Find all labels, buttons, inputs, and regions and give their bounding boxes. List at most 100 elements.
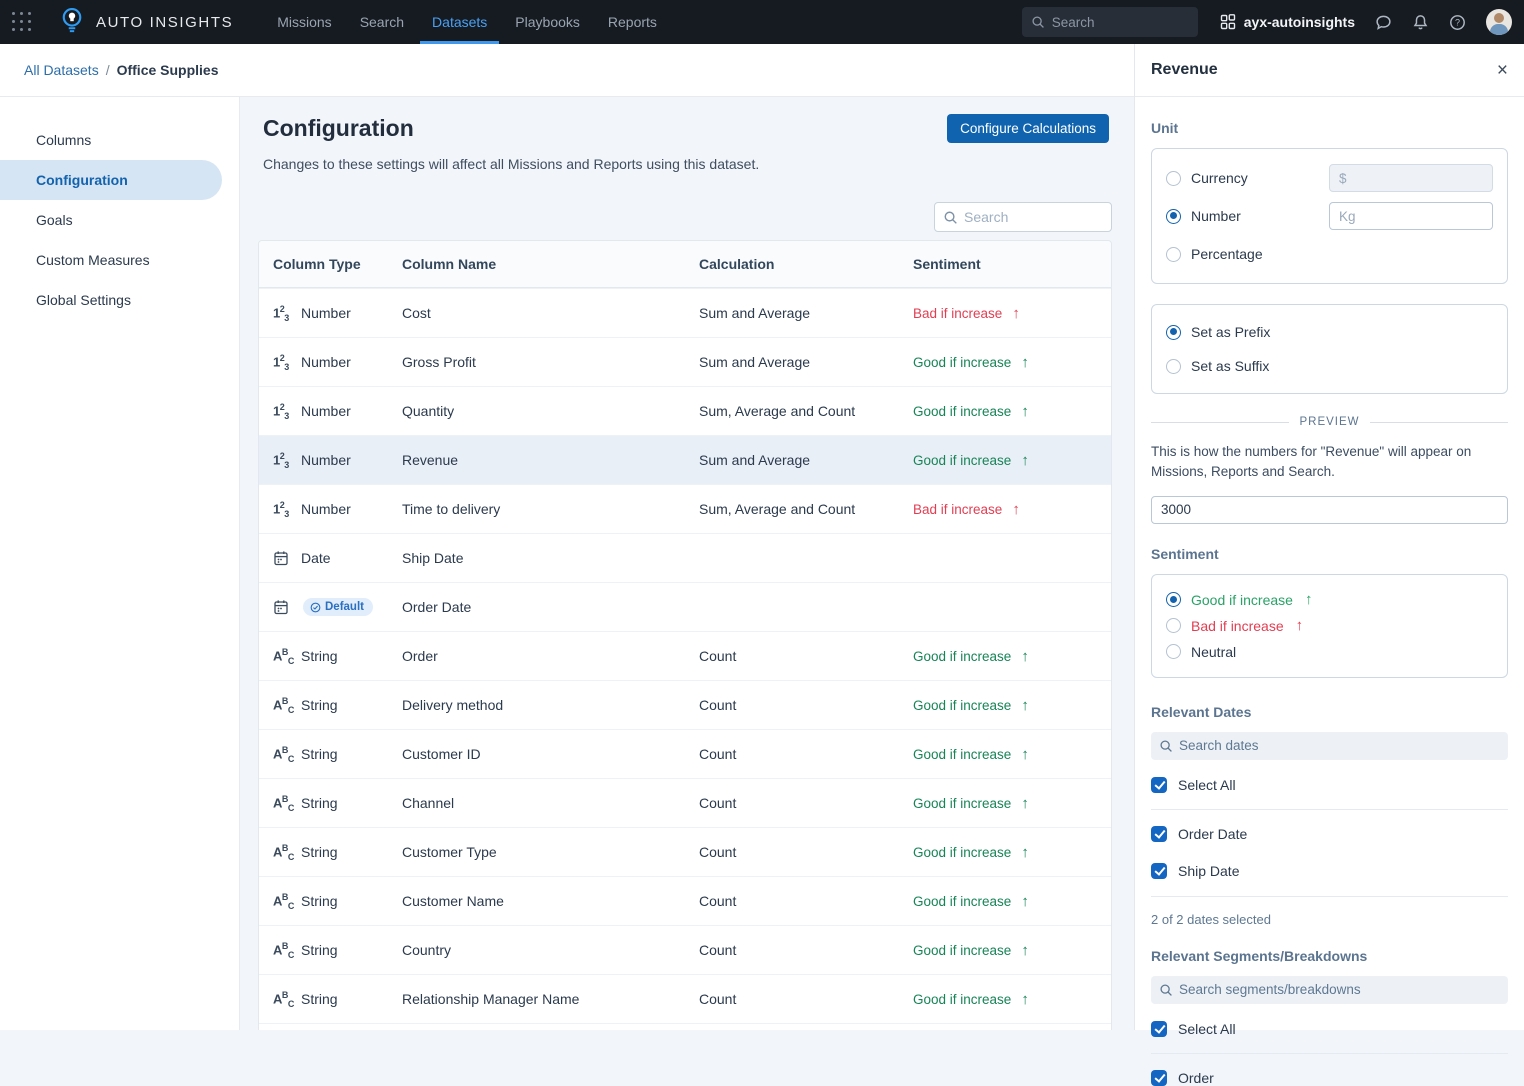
sentiment-value[interactable]: Good if increase↑ [913,942,1111,959]
table-row[interactable]: ABCString Order Count Good if increase↑ [259,631,1111,680]
search-icon [1031,15,1045,29]
table-row-selected[interactable]: 123Number Revenue Sum and Average Good i… [259,435,1111,484]
good-if-increase-radio[interactable] [1166,592,1181,607]
table-row[interactable]: ABCString Relationship Manager Name Coun… [259,974,1111,1023]
sentiment-value[interactable]: Good if increase↑ [913,746,1111,763]
top-navbar: AUTO INSIGHTS Missions Search Datasets P… [0,0,1524,44]
app-grid-icon[interactable] [12,12,32,32]
sentiment-value[interactable]: Good if increase↑ [913,648,1111,665]
sidebar-item-columns[interactable]: Columns [0,120,239,160]
table-row[interactable]: 123Number Time to delivery Sum, Average … [259,484,1111,533]
number-unit-input[interactable] [1329,202,1493,230]
segment-option-row: Order [1151,1070,1508,1086]
currency-symbol-input[interactable] [1329,164,1493,192]
nav-playbooks[interactable]: Playbooks [501,0,594,44]
good-if-increase-label: Good if increase [1191,592,1293,608]
table-row[interactable]: 123Number Cost Sum and Average Bad if in… [259,288,1111,337]
order-date-label: Order Date [1178,826,1247,842]
nav-search[interactable]: Search [346,0,418,44]
calculation-cell: Count [699,648,913,664]
sentiment-value[interactable]: Good if increase↑ [913,844,1111,861]
segments-select-all-label: Select All [1178,1021,1236,1037]
number-radio[interactable] [1166,209,1181,224]
string-type-icon: ABC [273,647,293,666]
table-row[interactable] [259,1023,1111,1030]
breadcrumb-all-datasets[interactable]: All Datasets [24,62,99,78]
nav-datasets[interactable]: Datasets [418,0,501,44]
preview-value-input[interactable] [1151,496,1508,524]
neutral-radio[interactable] [1166,644,1181,659]
column-name-cell: Relationship Manager Name [402,991,699,1007]
set-as-suffix-radio[interactable] [1166,359,1181,374]
help-icon[interactable]: ? [1449,14,1466,31]
string-type-icon: ABC [273,843,293,862]
sentiment-value[interactable]: Bad if increase↑ [913,501,1111,518]
sidebar-item-global-settings[interactable]: Global Settings [0,280,239,320]
sidebar-item-configuration[interactable]: Configuration [0,160,222,200]
bad-if-increase-radio[interactable] [1166,618,1181,633]
sentiment-value[interactable]: Good if increase↑ [913,452,1111,469]
calculation-cell: Count [699,697,913,713]
order-segment-checkbox[interactable] [1151,1070,1167,1086]
main-content: Configuration Configure Calculations Cha… [240,97,1134,1030]
notifications-bell-icon[interactable] [1412,14,1429,31]
sentiment-value[interactable]: Good if increase↑ [913,991,1111,1008]
sentiment-value[interactable]: Good if increase↑ [913,697,1111,714]
sentiment-value[interactable]: Good if increase↑ [913,795,1111,812]
calculation-cell: Sum, Average and Count [699,403,913,419]
table-search-input[interactable] [964,209,1094,225]
table-row[interactable]: Default Order Date [259,582,1111,631]
segments-label: Relevant Segments/Breakdowns [1151,948,1508,964]
dates-search-input[interactable] [1179,738,1479,753]
up-arrow-icon: ↑ [1021,942,1029,959]
search-icon [1159,983,1173,997]
chat-icon[interactable] [1375,14,1392,31]
segments-select-all-checkbox[interactable] [1151,1021,1167,1037]
percentage-radio[interactable] [1166,247,1181,262]
workspace-switcher[interactable]: ayx-autoinsights [1220,14,1355,30]
up-arrow-icon: ↑ [1012,305,1020,322]
configure-calculations-button[interactable]: Configure Calculations [947,114,1109,143]
sentiment-value[interactable]: Good if increase↑ [913,403,1111,420]
nav-missions[interactable]: Missions [263,0,345,44]
calculation-cell: Count [699,942,913,958]
segments-search-box [1151,976,1508,1004]
table-row[interactable]: ABCString Country Count Good if increase… [259,925,1111,974]
columns-table: Column Type Column Name Calculation Sent… [258,240,1112,1030]
table-row[interactable]: 123Number Gross Profit Sum and Average G… [259,337,1111,386]
sidebar-item-goals[interactable]: Goals [0,200,239,240]
table-row[interactable]: Date Ship Date [259,533,1111,582]
close-icon[interactable]: × [1497,61,1508,80]
calculation-cell: Count [699,893,913,909]
dates-select-all-checkbox[interactable] [1151,777,1167,793]
table-row[interactable]: ABCString Customer ID Count Good if incr… [259,729,1111,778]
segments-search-input[interactable] [1179,982,1479,997]
table-row[interactable]: ABCString Customer Type Count Good if in… [259,827,1111,876]
sentiment-value[interactable]: Good if increase↑ [913,893,1111,910]
sentiment-value[interactable]: Good if increase↑ [913,354,1111,371]
nav-reports[interactable]: Reports [594,0,671,44]
svg-text:?: ? [1455,17,1460,27]
order-date-checkbox[interactable] [1151,826,1167,842]
table-row[interactable]: ABCString Channel Count Good if increase… [259,778,1111,827]
table-row[interactable]: 123Number Quantity Sum, Average and Coun… [259,386,1111,435]
ship-date-label: Ship Date [1178,863,1239,879]
number-label: Number [1191,208,1241,224]
panel-title: Revenue [1151,61,1218,79]
table-row[interactable]: ABCString Delivery method Count Good if … [259,680,1111,729]
sidebar-item-custom-measures[interactable]: Custom Measures [0,240,239,280]
global-search-input[interactable] [1052,15,1182,30]
number-type-icon: 123 [273,304,293,323]
set-as-prefix-radio[interactable] [1166,325,1181,340]
sentiment-value[interactable]: Bad if increase↑ [913,305,1111,322]
calculation-cell: Sum and Average [699,452,913,468]
calendar-icon [273,550,293,566]
user-avatar[interactable] [1486,9,1512,35]
default-badge: Default [303,598,373,616]
currency-radio[interactable] [1166,171,1181,186]
ship-date-checkbox[interactable] [1151,863,1167,879]
number-type-icon: 123 [273,500,293,519]
calculation-cell: Count [699,844,913,860]
workspace-icon [1220,14,1236,30]
table-row[interactable]: ABCString Customer Name Count Good if in… [259,876,1111,925]
